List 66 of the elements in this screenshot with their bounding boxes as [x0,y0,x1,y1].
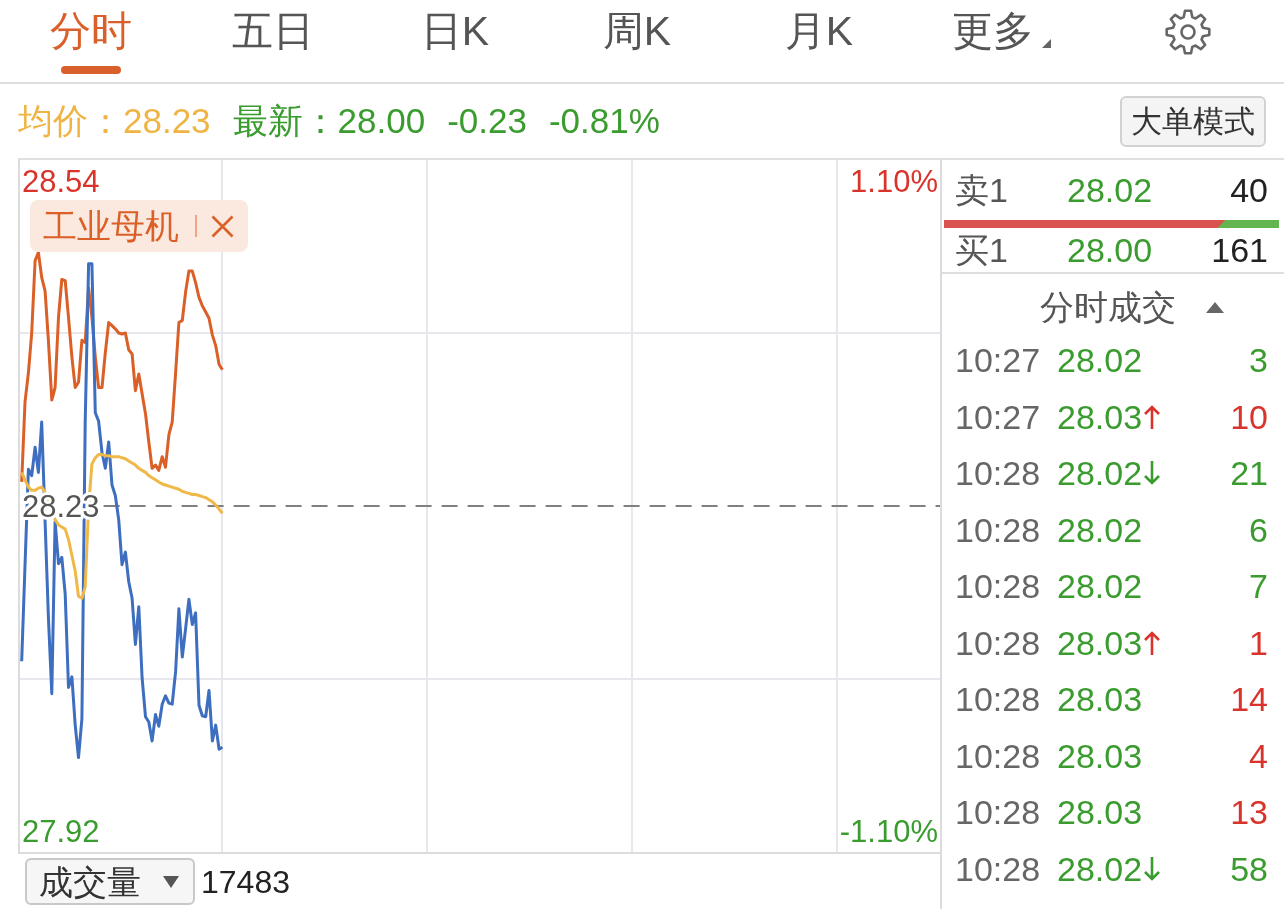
axis-label: 27.92 [22,814,100,850]
trade-price: 28.02 [1057,569,1143,604]
trade-price: 28.02 [1057,851,1143,886]
axis-label: 1.10% [850,163,938,199]
trade-price: 28.02 [1057,512,1143,547]
latest-price-label: 最新： [232,101,338,141]
trade-time: 10:28 [955,625,1042,660]
average-price-value: 28.23 [123,101,211,141]
trade-volume: 1 [1249,625,1268,660]
order-volume: 161 [1211,233,1268,267]
dropdown-corner-icon [1041,39,1051,48]
tab[interactable]: 分时 [46,0,136,74]
tab[interactable]: 日K [416,0,494,74]
up-arrow-icon [1143,403,1162,430]
trade-time: 10:28 [955,512,1042,547]
trade-time: 10:28 [955,795,1042,830]
trade-time: 10:28 [955,456,1042,491]
trade-price: 28.03 [1057,399,1143,434]
trade-volume: 4 [1249,738,1268,773]
latest-price-value: 28.00 [337,101,426,141]
close-icon[interactable] [211,214,234,238]
caret-down-icon [163,875,179,888]
order-level-label: 卖1 [955,173,1009,207]
trade-volume: 6 [1249,512,1268,547]
down-arrow-icon [1143,855,1162,882]
tab[interactable]: 五日 [228,0,318,74]
trade-volume: 13 [1230,795,1268,830]
trade-time: 10:27 [955,399,1042,434]
trade-time: 10:28 [955,738,1042,773]
trade-time: 10:28 [955,569,1042,604]
axis-label: 28.54 [22,163,100,199]
percent-change: -0.81% [548,101,660,141]
trade-volume: 58 [1230,851,1268,886]
trade-price: 28.03 [1057,738,1143,773]
trade-price: 28.03 [1057,795,1143,830]
tab[interactable]: 周K [598,0,676,74]
average-price-label: 均价： [18,101,123,141]
trade-volume: 10 [1230,399,1268,434]
trade-volume: 3 [1249,343,1268,378]
up-arrow-icon [1143,629,1162,656]
order-price: 28.00 [1067,233,1154,267]
large-order-mode-button[interactable]: 大单模式 [1120,95,1266,147]
trade-volume: 21 [1230,456,1268,491]
trade-price: 28.02 [1057,456,1143,491]
caret-up-icon[interactable] [1206,301,1224,313]
trade-time: 10:28 [955,682,1042,717]
trade-price: 28.02 [1057,343,1143,378]
trade-price: 28.03 [1057,682,1143,717]
section-title: 分时成交 [1040,290,1176,324]
tab[interactable]: 更多 [947,0,1055,74]
down-arrow-icon [1143,460,1162,487]
trade-volume: 7 [1249,569,1268,604]
order-price: 28.02 [1067,173,1154,207]
order-level-label: 买1 [955,233,1009,267]
order-volume: 40 [1230,173,1268,207]
tag-label: 工业母机 [43,209,179,243]
trade-price: 28.03 [1057,625,1143,660]
volume-value: 17483 [201,862,290,902]
tab[interactable]: 月K [780,0,858,74]
axis-label: -1.10% [839,814,938,850]
trade-time: 10:28 [955,851,1042,886]
trade-volume: 14 [1230,682,1268,717]
settings-icon[interactable] [1164,8,1212,56]
trade-time: 10:27 [955,343,1042,378]
price-change: -0.23 [447,101,527,141]
indicator-dropdown[interactable]: 成交量 [25,858,195,905]
